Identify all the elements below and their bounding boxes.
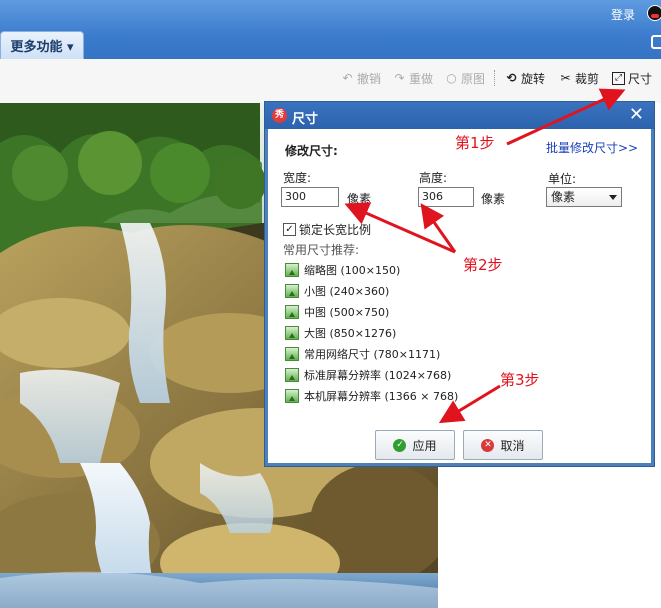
preset-medium[interactable]: 中图 (500×750) [285,304,389,320]
preset-thumbnail[interactable]: 缩略图 (100×150) [285,262,400,278]
qq-icon[interactable] [647,5,661,21]
undo-button[interactable]: ↶ 撤销 [341,70,381,87]
cancel-label: 取消 [500,438,525,453]
redo-button[interactable]: ↷ 重做 [393,70,433,87]
unit-select[interactable]: 像素 [546,187,622,207]
undo-label: 撤销 [357,72,382,86]
width-label: 宽度: [283,171,312,185]
rotate-icon: ⟲ [506,71,517,85]
size-label: 尺寸 [628,72,653,86]
picture-icon [285,389,299,403]
scissors-icon: ✂ [560,71,571,85]
size-button[interactable]: ⤢ 尺寸 [612,70,652,87]
height-unit: 像素 [481,192,506,206]
close-icon[interactable]: ✕ [629,105,644,125]
section-title: 修改尺寸: [285,144,338,158]
meitu-logo-icon: 秀 [272,108,287,123]
window-icon[interactable] [651,35,661,49]
resize-icon: ⤢ [612,72,625,85]
height-input[interactable]: 306 [418,187,474,207]
preset-label: 标准屏幕分辨率 (1024×768) [304,369,452,382]
batch-resize-link[interactable]: 批量修改尺寸>> [546,139,638,156]
rotate-label: 旋转 [521,72,546,86]
height-label: 高度: [419,171,448,185]
login-link[interactable]: 登录 [611,6,635,23]
picture-icon [285,305,299,319]
preset-small[interactable]: 小图 (240×360) [285,283,389,299]
unit-select-value: 像素 [551,190,576,204]
size-dialog: 秀 尺寸 ✕ 修改尺寸: 批量修改尺寸>> 宽度: 300 像素 高度: 306… [264,101,655,467]
redo-icon: ↷ [394,71,405,85]
redo-label: 重做 [409,72,434,86]
step3-annotation: 第3步 [500,371,540,389]
preset-label: 本机屏幕分辨率 (1366 × 768) [304,390,459,403]
width-unit: 像素 [347,192,372,206]
original-icon: ○ [446,71,457,85]
picture-icon [285,347,299,361]
cancel-button[interactable]: ✕ 取消 [463,430,543,460]
dialog-title: 尺寸 [292,112,319,127]
cancel-icon: ✕ [481,438,495,452]
step2-annotation: 第2步 [463,256,503,274]
apply-button[interactable]: ✓ 应用 [375,430,455,460]
unit-label: 单位: [548,172,577,186]
preset-label: 大图 (850×1276) [304,327,397,340]
preset-label: 缩略图 (100×150) [304,264,401,277]
dialog-title-bar[interactable]: 秀 尺寸 ✕ [265,102,654,129]
checkmark-icon: ✓ [393,438,407,452]
step1-annotation: 第1步 [455,134,495,152]
preset-label: 小图 (240×360) [304,285,390,298]
preset-local-screen[interactable]: 本机屏幕分辨率 (1366 × 768) [285,388,458,404]
crop-button[interactable]: ✂ 裁剪 [559,70,599,87]
apply-label: 应用 [412,438,437,453]
picture-icon [285,284,299,298]
preset-large[interactable]: 大图 (850×1276) [285,325,396,341]
preset-standard-screen[interactable]: 标准屏幕分辨率 (1024×768) [285,367,451,383]
original-button[interactable]: ○ 原图 [445,70,485,87]
original-label: 原图 [461,72,486,86]
picture-icon [285,368,299,382]
chevron-down-icon [609,195,617,200]
crop-label: 裁剪 [575,72,600,86]
app-header [0,0,661,59]
rotate-button[interactable]: ⟲ 旋转 [505,70,545,87]
lock-ratio-label[interactable]: 锁定长宽比例 [299,221,371,238]
toolbar-divider [494,70,495,86]
undo-icon: ↶ [342,71,353,85]
lock-ratio-checkbox[interactable]: ✓ [283,223,296,236]
more-functions-tab[interactable]: 更多功能 ▾ [0,31,84,59]
presets-title: 常用尺寸推荐: [283,243,360,257]
width-input[interactable]: 300 [281,187,339,207]
picture-icon [285,263,299,277]
preset-label: 常用网络尺寸 (780×1171) [304,348,441,361]
picture-icon [285,326,299,340]
preset-web[interactable]: 常用网络尺寸 (780×1171) [285,346,440,362]
dialog-body: 修改尺寸: 批量修改尺寸>> 宽度: 300 像素 高度: 306 像素 单位:… [268,129,651,463]
preset-label: 中图 (500×750) [304,306,390,319]
